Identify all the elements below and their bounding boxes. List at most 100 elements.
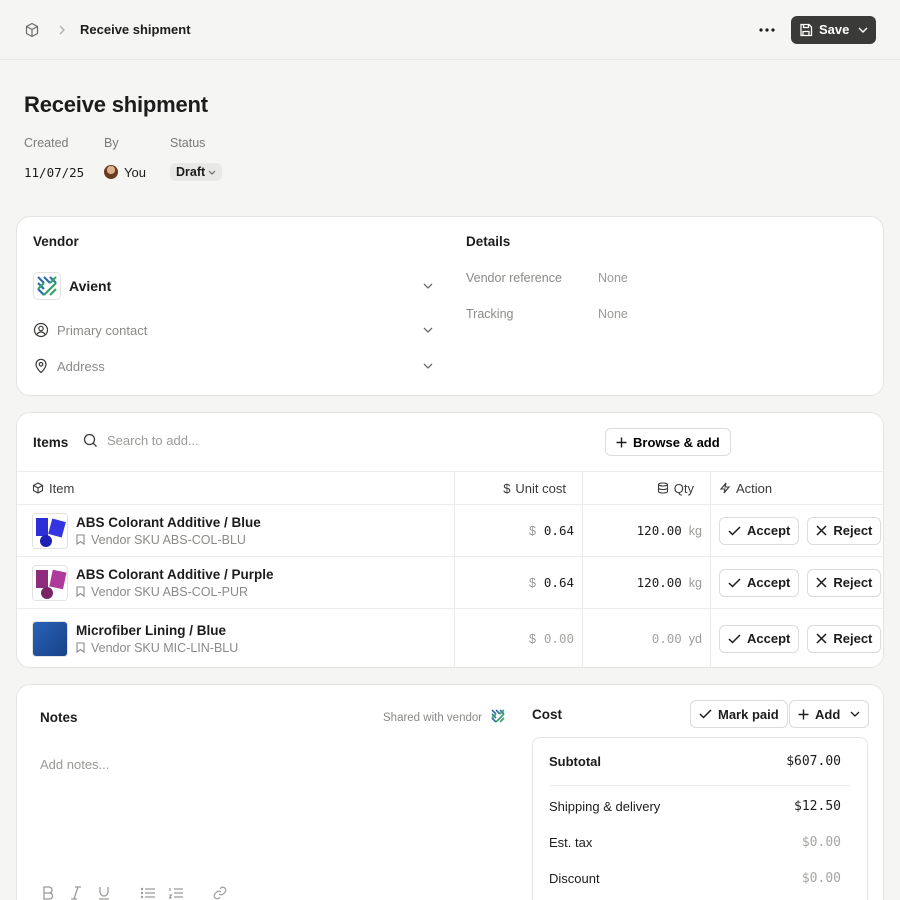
unit-cost-value: 0.64 xyxy=(543,575,574,590)
chevron-down-icon xyxy=(850,711,860,717)
column-header-action[interactable]: Action xyxy=(719,481,772,496)
table-row[interactable]: ABS Colorant Additive / Blue Vendor SKU … xyxy=(17,504,883,556)
accept-button[interactable]: Accept xyxy=(719,568,800,597)
vendor-section-title: Vendor xyxy=(33,234,79,249)
check-icon xyxy=(728,633,741,644)
bookmark-icon xyxy=(76,642,85,653)
status-value: Draft xyxy=(170,162,223,182)
vendor-reference-label: Vendor reference xyxy=(466,271,562,285)
unit-cost-cell[interactable]: $ 0.64 xyxy=(455,505,583,556)
lightning-icon xyxy=(719,482,731,494)
qty-cell[interactable]: 120.00 kg xyxy=(583,557,711,608)
item-sku-text: Vendor SKU ABS-COL-BLU xyxy=(91,532,246,547)
column-header-unit-cost-label: Unit cost xyxy=(515,480,566,496)
numbered-list-icon[interactable] xyxy=(168,885,184,900)
bold-icon[interactable] xyxy=(40,885,56,900)
items-section-title: Items xyxy=(33,434,69,450)
qty-cell[interactable]: 120.00 kg xyxy=(583,505,711,556)
chevron-down-icon[interactable] xyxy=(858,27,868,33)
column-header-action-label: Action xyxy=(736,480,773,496)
items-table: Item $ Unit cost Qty Action ABS Colorant… xyxy=(17,471,883,667)
items-search[interactable] xyxy=(83,433,307,448)
unit-cost-cell[interactable]: $ 0.64 xyxy=(455,557,583,608)
table-row[interactable]: ABS Colorant Additive / Purple Vendor SK… xyxy=(17,556,883,608)
tax-row[interactable]: Est. tax $0.00 xyxy=(549,835,841,850)
save-icon xyxy=(800,23,813,36)
currency-symbol: $ xyxy=(528,523,536,538)
underline-icon[interactable] xyxy=(96,885,112,900)
shipping-label: Shipping & delivery xyxy=(549,799,661,814)
x-icon xyxy=(816,577,827,588)
item-name: Microfiber Lining / Blue xyxy=(76,622,227,638)
by-label: By xyxy=(104,136,119,150)
tracking-row[interactable]: Tracking None xyxy=(466,307,628,321)
vendor-card: Vendor Avient Primary contact Address De… xyxy=(16,216,884,396)
save-button[interactable]: Save xyxy=(791,15,876,44)
table-row[interactable]: Microfiber Lining / Blue Vendor SKU MIC-… xyxy=(17,608,883,667)
tax-value[interactable]: $0.00 xyxy=(802,835,841,850)
top-bar: Receive shipment Save xyxy=(0,0,900,60)
vendor-reference-row[interactable]: Vendor reference None xyxy=(466,271,628,285)
notes-section-title: Notes xyxy=(40,710,78,725)
currency-symbol: $ xyxy=(528,575,536,590)
column-header-unit-cost[interactable]: $ Unit cost xyxy=(503,481,566,496)
status-dropdown[interactable]: Draft xyxy=(170,163,223,181)
items-header: Items xyxy=(33,413,68,471)
vendor-select[interactable]: Avient xyxy=(33,272,433,300)
by-value-text: You xyxy=(124,164,146,180)
discount-row[interactable]: Discount $0.00 xyxy=(549,871,841,886)
unit-cost-value: 0.00 xyxy=(543,631,574,646)
discount-value[interactable]: $0.00 xyxy=(802,871,841,886)
item-thumbnail xyxy=(32,512,68,549)
shipping-value[interactable]: $12.50 xyxy=(794,799,841,814)
chevron-down-icon xyxy=(423,363,433,369)
reject-button[interactable]: Reject xyxy=(807,568,882,597)
user-circle-icon xyxy=(33,322,49,338)
reject-button[interactable]: Reject xyxy=(807,516,882,545)
item-name: ABS Colorant Additive / Blue xyxy=(76,514,261,530)
check-icon xyxy=(699,709,712,719)
item-sku: Vendor SKU ABS-COL-PUR xyxy=(76,585,274,599)
column-header-qty-label: Qty xyxy=(673,480,694,496)
vendor-reference-value[interactable]: None xyxy=(598,271,628,285)
bullet-list-icon[interactable] xyxy=(140,885,156,900)
item-sku: Vendor SKU MIC-LIN-BLU xyxy=(76,641,238,655)
items-search-input[interactable] xyxy=(107,433,307,448)
details-section-title: Details xyxy=(466,234,511,249)
qty-unit: kg xyxy=(688,523,702,538)
more-options-button[interactable] xyxy=(755,18,779,42)
shared-with-vendor-label: Shared with vendor xyxy=(383,711,483,724)
add-cost-label: Add xyxy=(815,706,841,722)
plus-icon xyxy=(616,437,627,447)
address-select[interactable]: Address xyxy=(33,358,433,374)
browse-add-button[interactable]: Browse & add xyxy=(605,428,731,456)
accept-button[interactable]: Accept xyxy=(719,624,800,653)
subtotal-label: Subtotal xyxy=(549,754,601,769)
unit-cost-cell[interactable]: $ 0.00 xyxy=(455,609,583,667)
qty-cell[interactable]: 0.00 yd xyxy=(583,609,711,667)
chevron-right-icon xyxy=(58,25,66,35)
vendor-logo xyxy=(490,708,506,727)
column-header-qty[interactable]: Qty xyxy=(657,481,694,496)
accept-label: Accept xyxy=(747,631,791,646)
accept-button[interactable]: Accept xyxy=(719,516,800,545)
tracking-value[interactable]: None xyxy=(598,307,628,321)
address-placeholder: Address xyxy=(57,358,105,374)
link-icon[interactable] xyxy=(212,885,228,900)
shipping-row[interactable]: Shipping & delivery $12.50 xyxy=(549,799,841,814)
column-header-item[interactable]: Item xyxy=(32,481,74,496)
vendor-logo xyxy=(33,272,61,300)
italic-icon[interactable] xyxy=(68,885,84,900)
notes-input[interactable] xyxy=(40,757,480,772)
avatar xyxy=(104,165,118,179)
cube-icon[interactable] xyxy=(24,22,40,38)
meta-info: Created 11/07/25 By You Status Draft xyxy=(24,136,223,182)
cost-divider xyxy=(549,785,851,786)
primary-contact-select[interactable]: Primary contact xyxy=(33,322,433,338)
reject-button[interactable]: Reject xyxy=(807,624,882,653)
add-cost-button[interactable]: Add xyxy=(789,700,870,728)
mark-paid-button[interactable]: Mark paid xyxy=(690,700,788,728)
qty-value: 0.00 xyxy=(651,631,682,646)
tracking-label: Tracking xyxy=(466,307,514,321)
plus-icon xyxy=(798,709,809,719)
